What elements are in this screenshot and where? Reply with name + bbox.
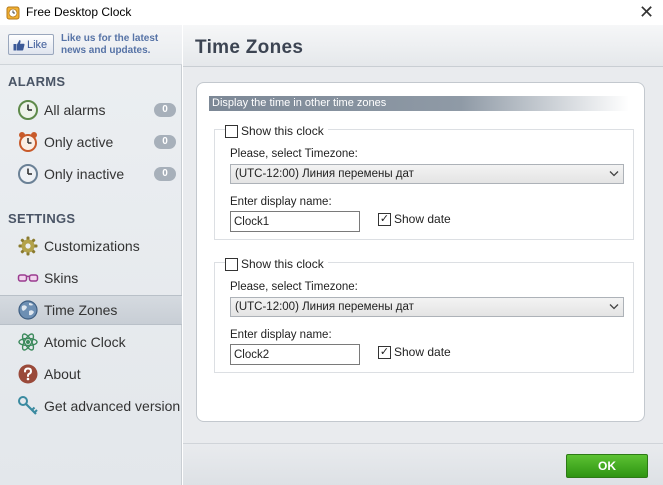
question-icon: [18, 364, 38, 384]
sidebar-item-label: About: [44, 366, 81, 382]
like-promo-text: Like us for the latest news and updates.: [61, 33, 159, 56]
sidebar-item-label: Customizations: [44, 238, 140, 254]
sidebar-item-all-alarms[interactable]: All alarms 0: [0, 95, 182, 125]
sidebar-item-label: Atomic Clock: [44, 334, 126, 350]
display-name-label: Enter display name:: [230, 196, 332, 208]
show-date-2-checkbox[interactable]: ✓ Show date: [378, 345, 451, 359]
close-button[interactable]: ✕: [630, 0, 663, 25]
checkbox-label: Show date: [394, 345, 451, 359]
timezone-select-2[interactable]: (UTC-12:00) Линия перемены дат: [230, 297, 624, 317]
show-clock-2-checkbox[interactable]: Show this clock: [225, 257, 328, 271]
timezone-label: Please, select Timezone:: [230, 148, 358, 160]
timezone-select-value: (UTC-12:00) Линия перемены дат: [235, 301, 414, 313]
checkbox-box: ✓: [378, 212, 391, 226]
checkbox-label: Show this clock: [241, 257, 324, 271]
show-clock-1-checkbox[interactable]: Show this clock: [225, 124, 328, 138]
ok-button[interactable]: OK: [566, 454, 648, 478]
globe-icon: [18, 300, 38, 320]
checkbox-label: Show date: [394, 212, 451, 226]
glasses-icon: [17, 274, 39, 282]
count-badge: 0: [154, 135, 176, 149]
timezone-select-value: (UTC-12:00) Линия перемены дат: [235, 168, 414, 180]
checkbox-box: [225, 257, 238, 271]
sidebar-item-label: Only active: [44, 134, 114, 150]
sidebar-item-time-zones[interactable]: Time Zones: [0, 295, 182, 325]
key-icon: [18, 396, 38, 415]
thumbs-up-icon: [13, 39, 25, 50]
timezone-label: Please, select Timezone:: [230, 281, 358, 293]
chevron-down-icon: [609, 171, 619, 177]
sidebar-item-label: All alarms: [44, 102, 106, 118]
window-title: Free Desktop Clock: [26, 5, 132, 19]
clock-icon: [18, 100, 38, 120]
content-header: Time Zones: [183, 25, 663, 67]
sidebar-item-customizations[interactable]: Customizations: [0, 231, 182, 261]
sidebar-item-label: Skins: [44, 270, 79, 286]
sidebar-item-label: Only inactive: [44, 166, 125, 182]
like-button-label: Like: [27, 38, 48, 51]
page-title: Time Zones: [195, 37, 304, 58]
alarm-clock-icon: [19, 132, 37, 152]
gear-icon: [18, 236, 38, 256]
panel-caption: Display the time in other time zones: [209, 96, 629, 111]
display-name-input-1[interactable]: [230, 211, 360, 232]
chevron-down-icon: [609, 304, 619, 310]
app-window: Free Desktop Clock ✕ Like Like us for th…: [0, 0, 663, 485]
sidebar-item-only-inactive[interactable]: Only inactive 0: [0, 159, 182, 189]
footer-bar: OK: [183, 443, 663, 485]
sidebar-item-only-active[interactable]: Only active 0: [0, 127, 182, 157]
alarms-heading: ALARMS: [8, 74, 66, 89]
clock-group-1: Show this clock Please, select Timezone:…: [214, 124, 634, 240]
sidebar-item-skins[interactable]: Skins: [0, 263, 182, 293]
clock-inactive-icon: [18, 164, 38, 184]
show-date-1-checkbox[interactable]: ✓ Show date: [378, 212, 451, 226]
checkbox-box: [225, 124, 238, 138]
sidebar-item-about[interactable]: About: [0, 359, 182, 389]
atom-icon: [18, 333, 38, 351]
sidebar: Like Like us for the latest news and upd…: [0, 25, 182, 485]
timezone-select-1[interactable]: (UTC-12:00) Линия перемены дат: [230, 164, 624, 184]
count-badge: 0: [154, 167, 176, 181]
display-name-input-2[interactable]: [230, 344, 360, 365]
sidebar-item-label: Time Zones: [44, 302, 118, 318]
count-badge: 0: [154, 103, 176, 117]
like-button[interactable]: Like: [8, 34, 54, 55]
settings-heading: SETTINGS: [8, 211, 76, 226]
time-zones-panel: Display the time in other time zones Sho…: [196, 82, 645, 422]
title-bar: Free Desktop Clock ✕: [0, 0, 663, 25]
sidebar-item-label: Get advanced version: [44, 398, 181, 414]
main-content: Time Zones Display the time in other tim…: [183, 25, 663, 485]
app-clock-icon: [6, 6, 20, 20]
checkbox-label: Show this clock: [241, 124, 324, 138]
like-box: Like Like us for the latest news and upd…: [0, 25, 182, 65]
checkbox-box: ✓: [378, 345, 391, 359]
sidebar-item-atomic-clock[interactable]: Atomic Clock: [0, 327, 182, 357]
display-name-label: Enter display name:: [230, 329, 332, 341]
sidebar-item-get-advanced[interactable]: Get advanced version: [0, 391, 182, 421]
clock-group-2: Show this clock Please, select Timezone:…: [214, 257, 634, 373]
close-icon: ✕: [638, 2, 655, 23]
